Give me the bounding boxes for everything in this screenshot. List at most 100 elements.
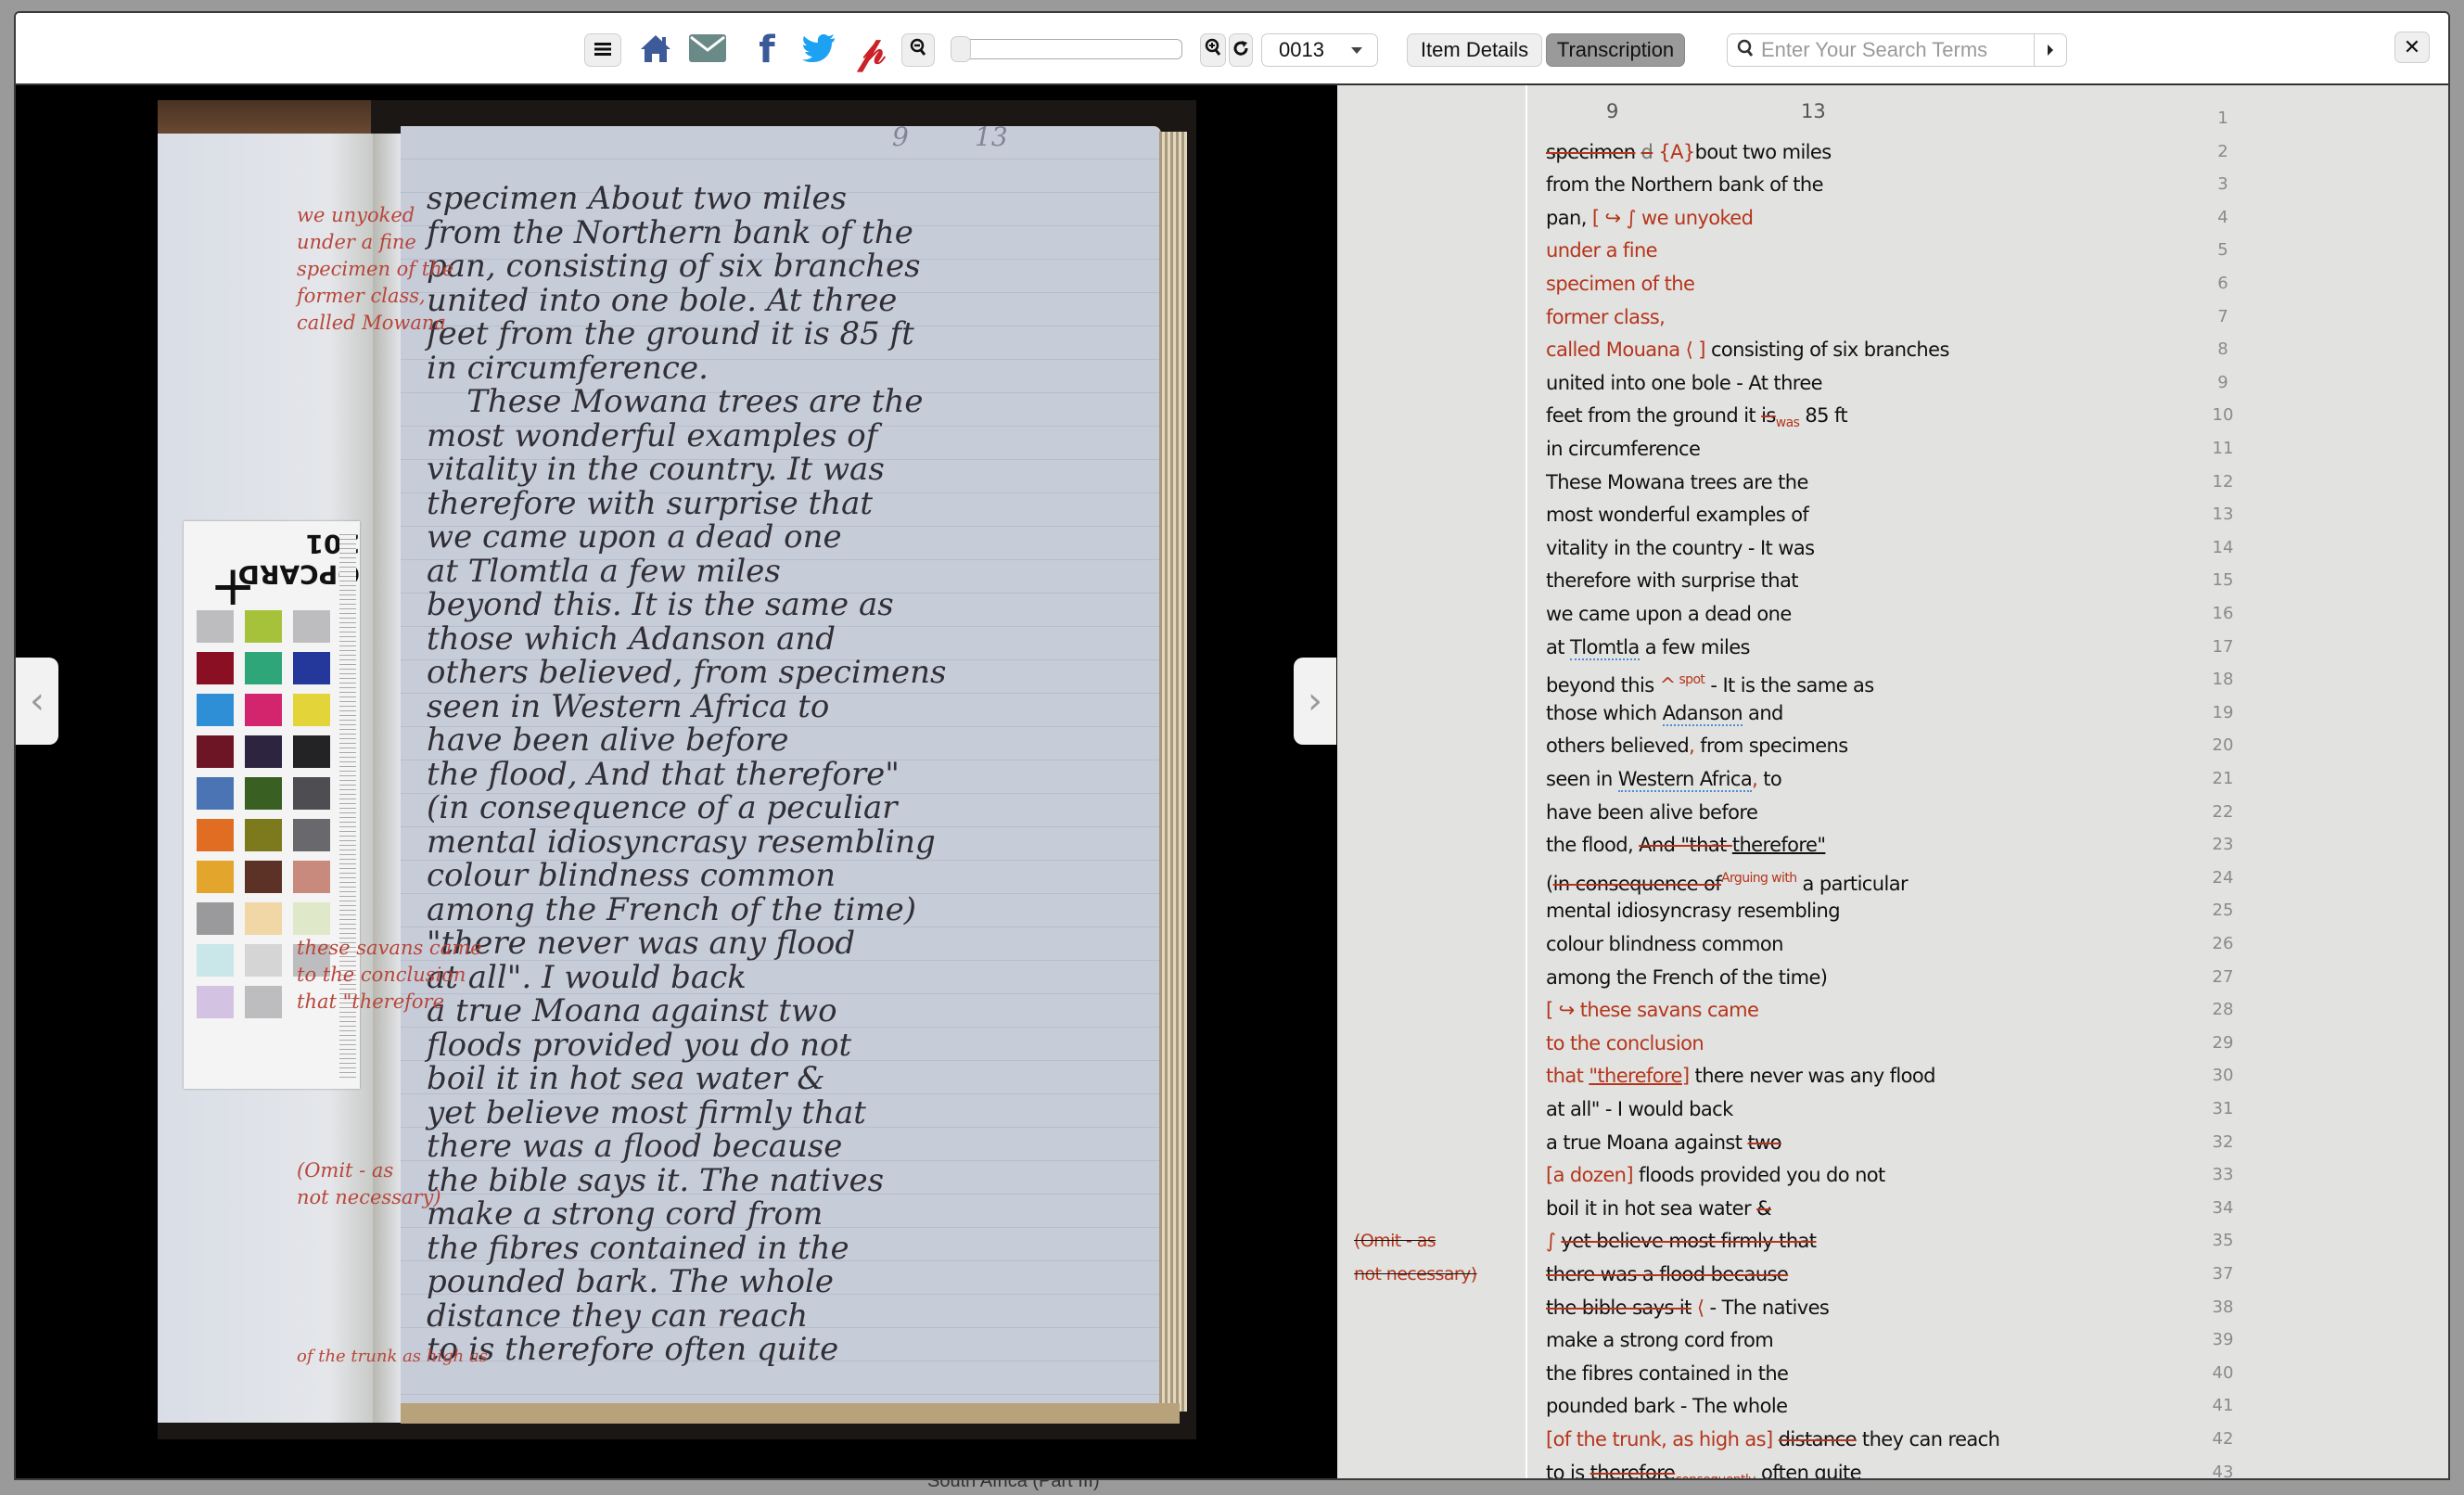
zoom-in-button[interactable] xyxy=(1200,33,1226,67)
color-swatch xyxy=(293,861,330,893)
transcription-segment: we came upon a dead one xyxy=(1546,603,1792,625)
transcription-panel[interactable]: 9 13 1 specimen d {A}bout two miles 2 from … xyxy=(1337,85,2448,1480)
transcription-segment: in circumference xyxy=(1546,438,1701,460)
line-number: 35 xyxy=(2212,1231,2234,1251)
line-number: 33 xyxy=(2212,1165,2234,1185)
twitter-icon xyxy=(802,33,836,67)
page-select-value: 0013 xyxy=(1279,38,1324,61)
transcription-line: have been alive before xyxy=(1546,796,1758,829)
line-number: 23 xyxy=(2212,835,2234,855)
color-swatch xyxy=(197,819,234,851)
line-number: 3 xyxy=(2217,174,2228,195)
item-details-label: Item Details xyxy=(1420,38,1529,61)
page-select[interactable]: 0013 xyxy=(1261,33,1378,67)
rotate-icon xyxy=(1232,38,1249,62)
previous-page-button[interactable]: ‹ xyxy=(16,658,58,745)
transcription-segment: two xyxy=(1747,1131,1781,1154)
transcription-segment: pounded bark - The whole xyxy=(1546,1395,1788,1418)
line-number: 31 xyxy=(2212,1099,2234,1118)
email-button[interactable] xyxy=(687,33,728,67)
line-number: 29 xyxy=(2212,1032,2234,1053)
transcription-segment: ( xyxy=(1546,872,1553,895)
transcription-line: under a fine xyxy=(1546,234,1658,267)
transcription-line: colour blindness common xyxy=(1546,927,1783,961)
color-swatch xyxy=(293,652,330,684)
line-number: 40 xyxy=(2212,1362,2234,1383)
zoom-slider-thumb[interactable] xyxy=(951,36,971,62)
color-swatch xyxy=(197,777,234,810)
rotate-button[interactable] xyxy=(1229,33,1253,67)
transcription-segment: the flood, xyxy=(1546,834,1640,857)
search-submit-button[interactable] xyxy=(2034,34,2066,66)
close-button[interactable]: ✕ xyxy=(2394,32,2430,63)
line-number: 19 xyxy=(2212,702,2234,722)
transcription-segment: bout two miles xyxy=(1694,140,1832,163)
color-swatch xyxy=(293,777,330,810)
zoom-out-button[interactable] xyxy=(901,33,935,67)
color-swatch xyxy=(197,986,234,1018)
caret-right-icon xyxy=(2048,45,2053,56)
transcription-segment: the fibres contained in the xyxy=(1546,1361,1789,1385)
color-swatch xyxy=(245,944,282,977)
transcription-line: specimen of the xyxy=(1546,267,1695,300)
facebook-button[interactable]: f xyxy=(753,32,781,69)
transcription-line: pan, [ ↪ ∫ we unyoked xyxy=(1546,201,1754,235)
color-swatch xyxy=(197,610,234,643)
margin-note-1: we unyoked under a fine specimen of the … xyxy=(297,204,454,334)
image-viewer[interactable]: QPCARD 201 + 9 13 specimen About two mil… xyxy=(16,85,1337,1478)
search-input[interactable] xyxy=(1759,37,2041,63)
transcription-segment: the bible says it xyxy=(1546,1296,1692,1319)
home-button[interactable] xyxy=(637,33,674,67)
menu-button[interactable] xyxy=(584,33,621,67)
manuscript-image[interactable]: QPCARD 201 + 9 13 specimen About two mil… xyxy=(158,100,1196,1439)
transcription-segment: there never was any flood xyxy=(1689,1065,1936,1088)
transcription-segment: was xyxy=(1775,415,1800,431)
transcription-segment: that xyxy=(1546,1065,1589,1088)
transcription-line: These Mowana trees are the xyxy=(1546,466,1808,499)
transcription-line: former class, xyxy=(1546,300,1666,334)
color-swatch xyxy=(197,944,234,977)
transcription-segment: colour blindness common xyxy=(1546,933,1783,955)
color-swatch xyxy=(197,861,234,893)
transcription-line: feet from the ground it iswas 85 ft xyxy=(1546,399,1848,432)
transcription-segment: boil it in hot sea water xyxy=(1546,1196,1757,1220)
transcription-line: united into one bole - At three xyxy=(1546,366,1823,400)
transcription-line: we came upon a dead one xyxy=(1546,597,1792,631)
transcription-segment: at all" - I would back xyxy=(1546,1098,1733,1120)
zoom-slider-track[interactable] xyxy=(951,39,1182,59)
line-number: 5 xyxy=(2217,240,2228,261)
margin-note: (Omit - as xyxy=(1354,1231,1436,1252)
search-icon xyxy=(1737,39,1754,62)
transcription-line: in circumference xyxy=(1546,432,1701,466)
transcription-segment: they can reach xyxy=(1856,1428,2000,1450)
envelope-icon xyxy=(689,33,726,67)
transcription-segment: 85 ft xyxy=(1799,404,1847,428)
transcription-segment: [ ↪ these savans came xyxy=(1546,999,1759,1022)
zoom-out-icon xyxy=(910,38,926,62)
line-number: 28 xyxy=(2212,1000,2234,1020)
line-number: 26 xyxy=(2212,934,2234,953)
transcription-segment: to the conclusion xyxy=(1546,1031,1704,1054)
book-cover xyxy=(158,100,371,135)
transcription-segment: mental idiosyncrasy resembling xyxy=(1546,900,1841,923)
chevron-right-icon: › xyxy=(1308,680,1322,722)
transcription-segment: in consequence of xyxy=(1552,872,1722,895)
color-swatch xyxy=(245,610,282,643)
handwritten-page-numbers: 9 13 xyxy=(892,121,1008,152)
line-number: 24 xyxy=(2212,867,2234,888)
next-page-button[interactable]: › xyxy=(1294,658,1336,745)
chevron-left-icon: ‹ xyxy=(30,680,45,722)
item-details-button[interactable]: Item Details xyxy=(1407,33,1542,67)
pinterest-button[interactable]: 𝓅 xyxy=(853,31,890,70)
transcription-line: to the conclusion xyxy=(1546,1027,1704,1060)
line-number: 25 xyxy=(2212,901,2234,921)
transcription-segment: beyond this xyxy=(1546,674,1660,697)
transcription-segment: consequently xyxy=(1675,1472,1755,1480)
transcription-line: at Tlomtla a few miles xyxy=(1546,631,1750,664)
transcription-segment: a true Moana against xyxy=(1546,1131,1748,1154)
twitter-button[interactable] xyxy=(800,33,837,67)
transcription-line: the bible says it ⟨ - The natives xyxy=(1546,1291,1830,1324)
transcription-segment: most wonderful examples of xyxy=(1546,504,1809,527)
line-number: 15 xyxy=(2212,570,2234,591)
transcription-button[interactable]: Transcription xyxy=(1546,33,1685,67)
